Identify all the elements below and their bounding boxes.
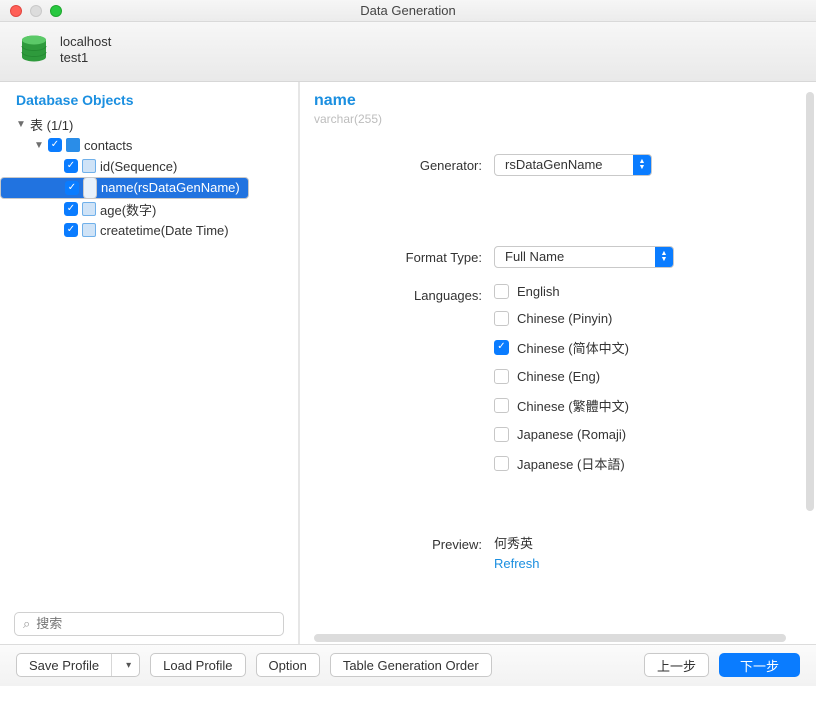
zoom-icon[interactable] bbox=[50, 5, 62, 17]
search-box[interactable]: ⌕ bbox=[14, 612, 284, 636]
table-generation-order-button[interactable]: Table Generation Order bbox=[330, 653, 492, 677]
language-checkbox[interactable] bbox=[494, 369, 509, 384]
tree-column-label: age(数字) bbox=[100, 200, 156, 219]
tree-table[interactable]: ▼ contacts bbox=[0, 135, 298, 156]
host-name: localhost bbox=[60, 34, 111, 50]
language-label: Japanese (Romaji) bbox=[517, 427, 626, 442]
column-icon bbox=[82, 202, 96, 216]
scrollbar-thumb[interactable] bbox=[806, 92, 814, 511]
tree-column-selected[interactable]: name(rsDataGenName) bbox=[0, 177, 249, 199]
database-icon bbox=[20, 35, 48, 65]
refresh-link[interactable]: Refresh bbox=[494, 556, 540, 571]
language-label: Chinese (Eng) bbox=[517, 369, 600, 384]
language-label: English bbox=[517, 284, 560, 299]
language-option[interactable]: Chinese (简体中文) bbox=[494, 338, 629, 357]
format-value: Full Name bbox=[495, 249, 655, 264]
tree-column[interactable]: age(数字) bbox=[0, 199, 298, 220]
horizontal-scrollbar[interactable] bbox=[314, 632, 806, 644]
language-checkbox[interactable] bbox=[494, 340, 509, 355]
languages-label: Languages: bbox=[314, 284, 494, 303]
footer-toolbar: Save Profile ▾ Load Profile Option Table… bbox=[0, 644, 816, 686]
generator-label: Generator: bbox=[314, 154, 494, 173]
format-select[interactable]: Full Name ▲▼ bbox=[494, 246, 674, 268]
search-container: ⌕ bbox=[0, 604, 298, 644]
tree-column-label: name(rsDataGenName) bbox=[101, 180, 240, 195]
next-button[interactable]: 下一步 bbox=[719, 653, 800, 677]
tree-root-label: 表 (1/1) bbox=[30, 115, 73, 134]
sidebar-title: Database Objects bbox=[0, 92, 298, 114]
tree-column[interactable]: id(Sequence) bbox=[0, 156, 298, 177]
chevron-down-icon[interactable]: ▼ bbox=[34, 140, 44, 151]
language-option[interactable]: Japanese (日本語) bbox=[494, 454, 629, 473]
language-option[interactable]: Chinese (繁體中文) bbox=[494, 396, 629, 415]
search-icon: ⌕ bbox=[23, 616, 30, 632]
language-checkbox[interactable] bbox=[494, 284, 509, 299]
search-input[interactable] bbox=[36, 616, 275, 631]
language-option[interactable]: English bbox=[494, 284, 629, 299]
sidebar: Database Objects ▼ 表 (1/1) ▼ contacts id… bbox=[0, 82, 300, 644]
chevron-updown-icon: ▲▼ bbox=[655, 247, 673, 267]
save-profile-label: Save Profile bbox=[17, 654, 112, 676]
column-icon bbox=[83, 177, 97, 199]
language-label: Chinese (简体中文) bbox=[517, 338, 629, 357]
tree-column-label: id(Sequence) bbox=[100, 159, 177, 174]
save-profile-button[interactable]: Save Profile ▾ bbox=[16, 653, 140, 677]
language-checkbox[interactable] bbox=[494, 311, 509, 326]
language-option[interactable]: Chinese (Pinyin) bbox=[494, 311, 629, 326]
close-icon[interactable] bbox=[10, 5, 22, 17]
format-label: Format Type: bbox=[314, 246, 494, 265]
languages-options: English Chinese (Pinyin) Chinese (简体中文) Chi… bbox=[494, 284, 629, 473]
chevron-down-icon[interactable]: ▾ bbox=[118, 660, 139, 671]
languages-row: Languages: English Chinese (Pinyin) Chines… bbox=[314, 284, 794, 473]
generator-select[interactable]: rsDataGenName ▲▼ bbox=[494, 154, 652, 176]
titlebar: Data Generation bbox=[0, 0, 816, 22]
language-checkbox[interactable] bbox=[494, 427, 509, 442]
generator-value: rsDataGenName bbox=[495, 157, 633, 172]
tree-column-label: createtime(Date Time) bbox=[100, 223, 229, 238]
tree-column[interactable]: createtime(Date Time) bbox=[0, 220, 298, 241]
window-controls bbox=[10, 5, 62, 17]
load-profile-button[interactable]: Load Profile bbox=[150, 653, 245, 677]
back-button[interactable]: 上一步 bbox=[644, 653, 709, 677]
column-checkbox[interactable] bbox=[64, 223, 78, 237]
preview-label: Preview: bbox=[314, 533, 494, 552]
language-label: Chinese (Pinyin) bbox=[517, 311, 612, 326]
table-checkbox[interactable] bbox=[48, 138, 62, 152]
column-checkbox[interactable] bbox=[64, 159, 78, 173]
language-checkbox[interactable] bbox=[494, 456, 509, 471]
object-tree: ▼ 表 (1/1) ▼ contacts id(Sequence) name(r… bbox=[0, 114, 298, 604]
column-title: name bbox=[314, 92, 794, 110]
preview-row: Preview: 何秀英 Refresh bbox=[314, 533, 794, 571]
language-label: Japanese (日本語) bbox=[517, 454, 625, 473]
chevron-updown-icon: ▲▼ bbox=[633, 155, 651, 175]
content-area: Database Objects ▼ 表 (1/1) ▼ contacts id… bbox=[0, 82, 816, 644]
column-checkbox[interactable] bbox=[64, 202, 78, 216]
language-option[interactable]: Chinese (Eng) bbox=[494, 369, 629, 384]
column-checkbox[interactable] bbox=[65, 181, 79, 195]
database-name: test1 bbox=[60, 50, 111, 66]
vertical-scrollbar[interactable] bbox=[806, 92, 814, 616]
column-icon bbox=[82, 159, 96, 173]
language-option[interactable]: Japanese (Romaji) bbox=[494, 427, 629, 442]
main-panel: name varchar(255) Generator: rsDataGenNa… bbox=[300, 82, 816, 644]
connection-info: localhost test1 bbox=[60, 34, 111, 67]
tree-table-label: contacts bbox=[84, 138, 132, 153]
generator-row: Generator: rsDataGenName ▲▼ bbox=[314, 154, 794, 176]
column-icon bbox=[82, 223, 96, 237]
language-checkbox[interactable] bbox=[494, 398, 509, 413]
table-icon bbox=[66, 138, 80, 152]
chevron-down-icon[interactable]: ▼ bbox=[16, 119, 26, 130]
scrollbar-thumb[interactable] bbox=[314, 634, 786, 642]
minimize-icon[interactable] bbox=[30, 5, 42, 17]
preview-value: 何秀英 bbox=[494, 533, 540, 552]
language-label: Chinese (繁體中文) bbox=[517, 396, 629, 415]
option-button[interactable]: Option bbox=[256, 653, 320, 677]
column-type: varchar(255) bbox=[314, 112, 794, 126]
format-row: Format Type: Full Name ▲▼ bbox=[314, 246, 794, 268]
tree-root[interactable]: ▼ 表 (1/1) bbox=[0, 114, 298, 135]
window-title: Data Generation bbox=[0, 3, 816, 18]
connection-header: localhost test1 bbox=[0, 22, 816, 82]
